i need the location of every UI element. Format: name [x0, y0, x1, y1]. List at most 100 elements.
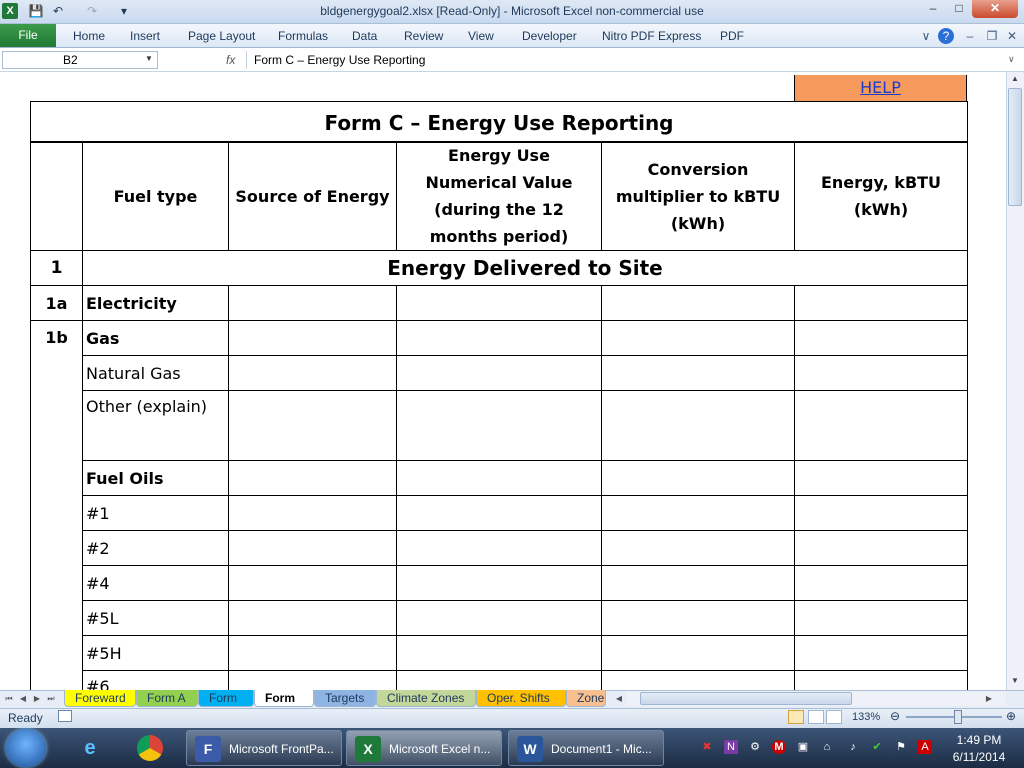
cell[interactable]	[601, 460, 795, 496]
cell[interactable]	[396, 495, 602, 531]
cell[interactable]	[794, 565, 968, 601]
scroll-left-icon[interactable]: ◀	[614, 692, 624, 706]
action-center-flag-icon[interactable]: ⚑	[894, 740, 908, 754]
cell[interactable]	[601, 285, 795, 321]
cell[interactable]	[228, 285, 397, 321]
tab-pdf[interactable]: PDF	[720, 28, 744, 44]
row-label[interactable]: #5H	[82, 635, 229, 671]
header-source[interactable]: Source of Energy	[228, 141, 397, 251]
cell[interactable]	[396, 390, 602, 461]
header-numeric-value[interactable]: Energy Use Numerical Value (during the 1…	[396, 141, 602, 251]
cell[interactable]	[396, 355, 602, 391]
horizontal-scroll-thumb[interactable]	[640, 692, 852, 705]
sheet-tab-targets[interactable]: Targets	[314, 690, 376, 707]
header-energy[interactable]: Energy, kBTU (kWh)	[794, 141, 968, 251]
tab-home[interactable]: Home	[73, 28, 105, 44]
zoom-level[interactable]: 133%	[852, 711, 880, 723]
section-label[interactable]: Energy Delivered to Site	[82, 250, 968, 286]
name-box[interactable]: B2	[2, 51, 158, 69]
volume-icon[interactable]: ♪	[846, 740, 860, 754]
row-label[interactable]: #5L	[82, 600, 229, 636]
cell[interactable]	[228, 495, 397, 531]
cell[interactable]	[601, 495, 795, 531]
insert-function-icon[interactable]: fx	[226, 51, 242, 69]
row-label[interactable]: #4	[82, 565, 229, 601]
cell[interactable]	[794, 460, 968, 496]
cell[interactable]	[794, 635, 968, 671]
mcafee-icon[interactable]: M	[772, 740, 786, 754]
cell[interactable]	[601, 600, 795, 636]
chrome-icon[interactable]	[130, 732, 170, 764]
sheet-tab-zone[interactable]: Zone	[566, 690, 606, 707]
cell[interactable]	[396, 285, 602, 321]
clock-date[interactable]: 6/11/2014	[944, 750, 1014, 764]
cell[interactable]	[601, 390, 795, 461]
page-break-view-icon[interactable]	[826, 710, 842, 724]
cell[interactable]	[228, 635, 397, 671]
last-sheet-icon[interactable]: ⏭	[46, 692, 56, 706]
cell[interactable]	[794, 495, 968, 531]
cell[interactable]	[794, 600, 968, 636]
cell[interactable]	[601, 320, 795, 356]
tab-insert[interactable]: Insert	[130, 28, 160, 44]
row-label[interactable]: Other (explain)	[82, 390, 229, 461]
next-sheet-icon[interactable]: ▶	[32, 692, 42, 706]
workbook-minimize-icon[interactable]: –	[962, 28, 978, 44]
index-header-cell[interactable]	[30, 141, 83, 251]
tray-network-icon[interactable]: ⌂	[820, 740, 834, 754]
minimize-ribbon-icon[interactable]: ∨	[918, 28, 934, 44]
cell[interactable]	[396, 600, 602, 636]
cell[interactable]	[396, 460, 602, 496]
section-index[interactable]: 1	[30, 250, 83, 286]
sheet-tab-form-b[interactable]: Form B	[198, 690, 254, 721]
cell[interactable]	[601, 355, 795, 391]
cell[interactable]	[228, 390, 397, 461]
workbook-close-icon[interactable]: ✕	[1004, 28, 1020, 44]
tray-check-icon[interactable]: ✔	[870, 740, 884, 754]
formula-input[interactable]: Form C – Energy Use Reporting	[246, 51, 1006, 69]
sheet-tab-form-c[interactable]: Form C	[254, 690, 314, 721]
cell[interactable]	[794, 355, 968, 391]
cell[interactable]	[396, 565, 602, 601]
task-word[interactable]: W Document1 - Mic...	[508, 730, 664, 766]
cell[interactable]	[228, 530, 397, 566]
zoom-slider-thumb[interactable]	[954, 710, 962, 724]
normal-view-icon[interactable]	[788, 710, 804, 724]
cell[interactable]	[794, 530, 968, 566]
row-label[interactable]: Electricity	[82, 285, 229, 321]
cell[interactable]	[601, 530, 795, 566]
workbook-restore-icon[interactable]: ❐	[984, 28, 1000, 44]
tab-file[interactable]: File	[0, 24, 56, 47]
page-layout-view-icon[interactable]	[808, 710, 824, 724]
sheet-tab-form-a[interactable]: Form A	[136, 690, 198, 707]
expand-formula-bar-icon[interactable]: ∨	[1008, 54, 1020, 66]
row-label[interactable]: Natural Gas	[82, 355, 229, 391]
row-label[interactable]: Gas	[82, 320, 229, 356]
clock-time[interactable]: 1:49 PM	[944, 733, 1014, 747]
scroll-down-icon[interactable]: ▼	[1009, 676, 1021, 688]
cell[interactable]	[396, 635, 602, 671]
task-frontpage[interactable]: F Microsoft FrontPa...	[186, 730, 342, 766]
sheet-tab-oper-shifts[interactable]: Oper. Shifts	[476, 690, 566, 707]
acrobat-icon[interactable]: A	[918, 740, 932, 754]
cell[interactable]	[228, 320, 397, 356]
row-label[interactable]: Fuel Oils	[82, 460, 229, 496]
cell[interactable]	[228, 600, 397, 636]
row-label[interactable]: #2	[82, 530, 229, 566]
minimize-button[interactable]: –	[920, 0, 946, 18]
first-sheet-icon[interactable]: ⏮	[4, 692, 14, 706]
header-conversion[interactable]: Conversion multiplier to kBTU (kWh)	[601, 141, 795, 251]
maximize-button[interactable]: □	[946, 0, 972, 18]
scroll-up-icon[interactable]: ▲	[1009, 74, 1021, 86]
tab-page-layout[interactable]: Page Layout	[188, 28, 255, 44]
macro-record-icon[interactable]	[58, 710, 72, 722]
scroll-right-icon[interactable]: ▶	[984, 692, 994, 706]
tray-monitor-icon[interactable]: ▣	[796, 740, 810, 754]
cell[interactable]	[396, 320, 602, 356]
sheet-tab-foreward[interactable]: Foreward	[64, 690, 136, 707]
onenote-icon[interactable]: N	[724, 740, 738, 754]
task-excel[interactable]: X Microsoft Excel n...	[346, 730, 502, 766]
tab-data[interactable]: Data	[352, 28, 377, 44]
help-link[interactable]: HELP	[860, 78, 901, 97]
row-index[interactable]: 1b	[30, 320, 83, 706]
